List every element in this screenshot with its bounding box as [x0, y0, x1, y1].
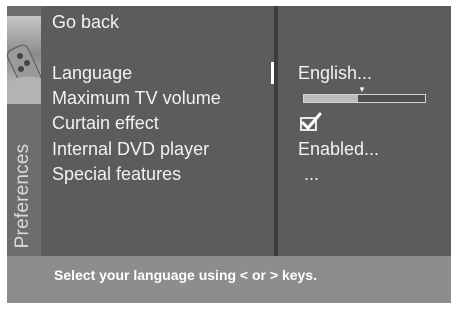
menu-item-internal-dvd-player[interactable]: Internal DVD player [52, 139, 209, 160]
checkmark-icon [301, 112, 322, 130]
volume-slider[interactable] [303, 94, 426, 103]
status-text: Select your language using < or > keys. [54, 267, 317, 283]
dvd-player-value[interactable]: Enabled... [298, 139, 379, 160]
status-bar: Select your language using < or > keys. [7, 256, 451, 303]
curtain-effect-checkbox[interactable] [300, 112, 322, 131]
remote-control-icon [7, 16, 41, 104]
go-back-item[interactable]: Go back [52, 12, 119, 33]
volume-slider-fill [304, 95, 359, 102]
menu-item-special-features[interactable]: Special features [52, 164, 181, 185]
tv-menu-screen: Preferences Go back Language Maximum TV … [7, 6, 451, 303]
sidebar-label: Preferences [12, 143, 33, 249]
selection-cursor [271, 62, 274, 84]
language-value[interactable]: English... [298, 63, 372, 84]
slider-marker-icon: ▼ [358, 85, 366, 94]
menu-item-curtain-effect[interactable]: Curtain effect [52, 113, 159, 134]
menu-item-language[interactable]: Language [52, 63, 132, 84]
special-features-value[interactable]: ... [304, 164, 319, 185]
menu-item-max-tv-volume[interactable]: Maximum TV volume [52, 88, 221, 109]
